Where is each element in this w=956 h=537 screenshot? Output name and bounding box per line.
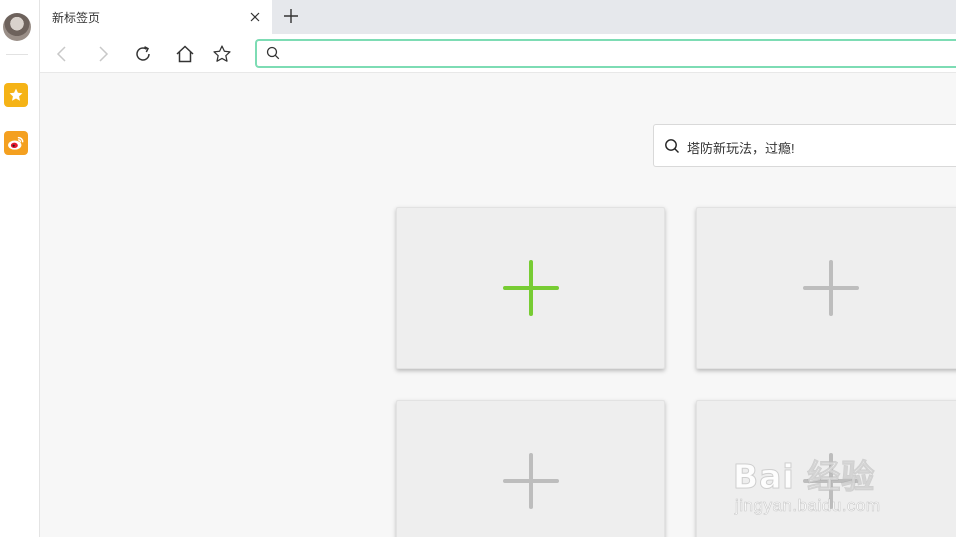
forward-button[interactable] (91, 42, 115, 66)
tab-title: 新标签页 (52, 11, 101, 25)
favorites-star-icon[interactable] (4, 83, 28, 107)
star-icon (213, 45, 231, 62)
add-icon (802, 453, 859, 509)
avatar[interactable] (3, 13, 31, 41)
navigation-toolbar (40, 34, 956, 73)
address-input[interactable] (287, 43, 947, 64)
add-icon (502, 260, 559, 316)
plus-icon (284, 9, 298, 23)
tab-strip: 新标签页 (40, 0, 956, 34)
reload-button[interactable] (131, 42, 155, 66)
weibo-icon[interactable] (4, 131, 28, 155)
close-icon[interactable] (247, 9, 263, 25)
reload-icon (136, 46, 150, 61)
speed-dial-tile-3[interactable] (396, 400, 665, 537)
bookmark-button[interactable] (210, 42, 234, 66)
new-tab-button[interactable] (280, 5, 302, 27)
chevron-left-icon (56, 46, 66, 62)
home-icon (176, 45, 194, 63)
tab-new-tab-page[interactable]: 新标签页 (40, 0, 272, 34)
address-bar[interactable] (255, 39, 956, 68)
back-button[interactable] (50, 42, 74, 66)
chevron-right-icon (99, 46, 109, 62)
speed-dial-tile-4[interactable] (696, 400, 956, 537)
left-sidebar (0, 0, 40, 537)
speed-dial-tile-1[interactable] (396, 207, 665, 369)
search-icon (266, 46, 280, 65)
content-search-box[interactable]: 塔防新玩法，过瘾! (653, 124, 956, 167)
home-button[interactable] (173, 42, 197, 66)
sidebar-divider (6, 54, 28, 55)
search-icon (664, 138, 680, 159)
speed-dial-tile-2[interactable] (696, 207, 956, 369)
add-icon (802, 260, 859, 316)
add-icon (502, 453, 559, 509)
search-suggestion-text: 塔防新玩法，过瘾! (687, 141, 795, 156)
